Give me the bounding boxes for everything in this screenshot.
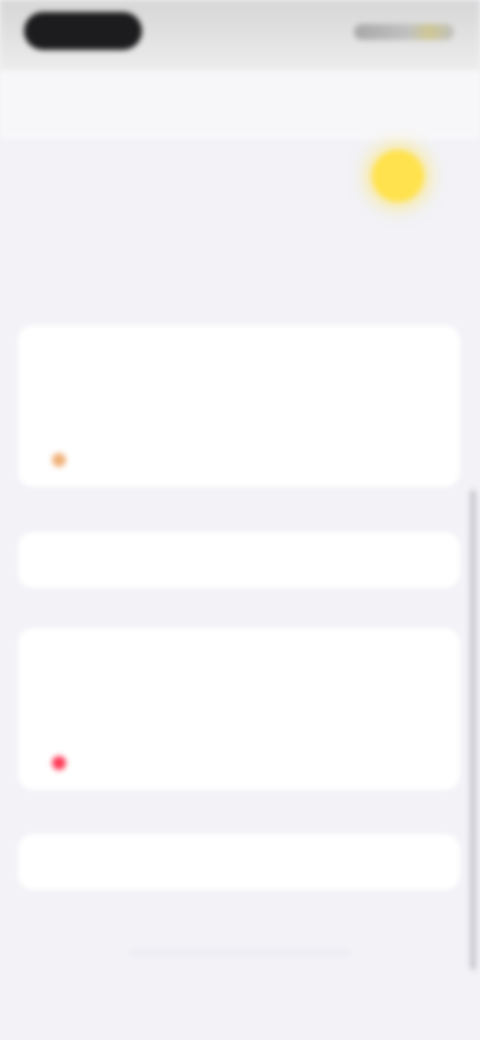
footer-divider — [130, 952, 350, 954]
list-item-link[interactable] — [18, 682, 460, 736]
status-indicators — [354, 24, 454, 40]
list-item-link[interactable] — [18, 628, 460, 682]
emoji-icon[interactable] — [372, 150, 424, 202]
scrollbar[interactable] — [470, 490, 476, 970]
list-item[interactable] — [18, 532, 460, 586]
orange-badge-icon — [52, 453, 66, 467]
navigation-bar — [0, 70, 480, 140]
list-item-link[interactable] — [18, 834, 460, 888]
settings-card-1 — [18, 325, 460, 487]
status-bar — [0, 0, 480, 70]
dynamic-island — [24, 12, 142, 50]
settings-card-2 — [18, 532, 460, 588]
settings-card-3 — [18, 628, 460, 790]
list-item[interactable] — [18, 379, 460, 433]
list-item-link[interactable] — [18, 736, 460, 790]
settings-card-4 — [18, 834, 460, 890]
red-badge-icon — [52, 756, 66, 770]
list-item[interactable] — [18, 433, 460, 487]
list-item[interactable] — [18, 325, 460, 379]
